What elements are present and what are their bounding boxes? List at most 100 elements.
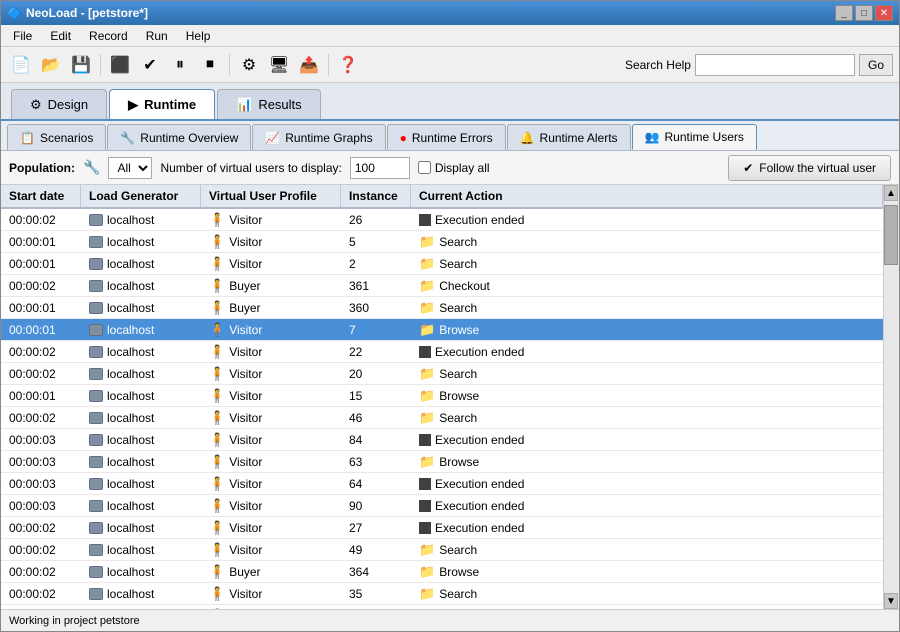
sub-tab-runtime-overview[interactable]: 🔧 Runtime Overview: [107, 124, 251, 150]
cell-profile: 🧍Visitor: [201, 209, 341, 230]
cell-start-date: 00:00:02: [1, 275, 81, 296]
new-button[interactable]: 📄: [7, 51, 35, 79]
server-icon: [89, 302, 103, 314]
export-button[interactable]: 📤: [295, 51, 323, 79]
cell-profile: 🧍Visitor: [201, 539, 341, 560]
maximize-button[interactable]: □: [855, 5, 873, 21]
action-name: Browse: [439, 455, 479, 469]
num-users-input[interactable]: [350, 157, 410, 179]
table-row[interactable]: 00:00:02localhost🧍Visitor35📁Search: [1, 583, 883, 605]
runtime-icon: ▶: [128, 97, 138, 113]
server-icon: [89, 214, 103, 226]
close-button[interactable]: ✕: [875, 5, 893, 21]
graphs-icon: 📈: [265, 131, 280, 145]
folder-icon: 📁: [419, 542, 435, 558]
scroll-thumb[interactable]: [884, 205, 898, 265]
table-row[interactable]: 00:00:02localhost🧍Visitor31📁Search: [1, 605, 883, 609]
table-row[interactable]: 00:00:03localhost🧍Visitor84Execution end…: [1, 429, 883, 451]
help-button[interactable]: ❓: [334, 51, 362, 79]
scrollbar[interactable]: ▲ ▼: [883, 185, 899, 609]
save-button[interactable]: 💾: [67, 51, 95, 79]
stop-icon: [419, 522, 431, 534]
table-area: Start date Load Generator Virtual User P…: [1, 185, 899, 609]
user-icon: 🧍: [209, 476, 225, 492]
table-row[interactable]: 00:00:02localhost🧍Visitor20📁Search: [1, 363, 883, 385]
cell-profile: 🧍Buyer: [201, 297, 341, 318]
table-row[interactable]: 00:00:02localhost🧍Visitor26Execution end…: [1, 209, 883, 231]
table-row[interactable]: 00:00:03localhost🧍Visitor64Execution end…: [1, 473, 883, 495]
cell-start-date: 00:00:01: [1, 253, 81, 274]
stop-button[interactable]: ⬛: [106, 51, 134, 79]
minimize-button[interactable]: _: [835, 5, 853, 21]
profile-name: Visitor: [229, 587, 262, 601]
cell-start-date: 00:00:03: [1, 495, 81, 516]
sub-tab-scenarios[interactable]: 📋 Scenarios: [7, 124, 106, 150]
tab-runtime[interactable]: ▶ Runtime: [109, 89, 215, 119]
menu-edit[interactable]: Edit: [42, 27, 79, 45]
tab-results-label: Results: [258, 97, 301, 112]
cell-start-date: 00:00:03: [1, 451, 81, 472]
cell-profile: 🧍Visitor: [201, 517, 341, 538]
cell-action: 📁Search: [411, 363, 883, 384]
scroll-up-arrow[interactable]: ▲: [884, 185, 898, 201]
check-button[interactable]: ✔: [136, 51, 164, 79]
table-row[interactable]: 00:00:02localhost🧍Buyer364📁Browse: [1, 561, 883, 583]
app-icon: 🔷: [7, 6, 22, 20]
sub-tab-runtime-errors[interactable]: ● Runtime Errors: [387, 124, 506, 150]
table-row[interactable]: 00:00:01localhost🧍Buyer360📁Search: [1, 297, 883, 319]
table-row[interactable]: 00:00:01localhost🧍Visitor15📁Browse: [1, 385, 883, 407]
table-container: Start date Load Generator Virtual User P…: [1, 185, 883, 609]
view-button[interactable]: 🖥: [265, 51, 293, 79]
table-header: Start date Load Generator Virtual User P…: [1, 185, 883, 209]
cell-start-date: 00:00:02: [1, 363, 81, 384]
sub-tab-runtime-graphs[interactable]: 📈 Runtime Graphs: [252, 124, 385, 150]
folder-icon: 📁: [419, 234, 435, 250]
stop-icon: [419, 478, 431, 490]
open-button[interactable]: 📂: [37, 51, 65, 79]
table-row[interactable]: 00:00:03localhost🧍Visitor63📁Browse: [1, 451, 883, 473]
table-row[interactable]: 00:00:02localhost🧍Visitor22Execution end…: [1, 341, 883, 363]
record-stop-button[interactable]: ⏹: [196, 51, 224, 79]
pause-button[interactable]: ⏸: [166, 51, 194, 79]
search-help-go-button[interactable]: Go: [859, 54, 893, 76]
sub-tab-overview-label: Runtime Overview: [140, 131, 238, 145]
table-row[interactable]: 00:00:01localhost🧍Visitor7📁Browse: [1, 319, 883, 341]
profile-name: Buyer: [229, 565, 260, 579]
settings-button[interactable]: ⚙: [235, 51, 263, 79]
table-row[interactable]: 00:00:02localhost🧍Visitor27Execution end…: [1, 517, 883, 539]
menu-run[interactable]: Run: [138, 27, 176, 45]
server-icon: [89, 368, 103, 380]
cell-action: Execution ended: [411, 473, 883, 494]
cell-generator: localhost: [81, 363, 201, 384]
col-header-start: Start date: [1, 185, 81, 207]
table-row[interactable]: 00:00:02localhost🧍Visitor46📁Search: [1, 407, 883, 429]
tab-design[interactable]: ⚙ Design: [11, 89, 107, 119]
search-help-area: Search Help Go: [625, 54, 893, 76]
menu-help[interactable]: Help: [178, 27, 219, 45]
scroll-down-arrow[interactable]: ▼: [884, 593, 898, 609]
table-row[interactable]: 00:00:02localhost🧍Visitor49📁Search: [1, 539, 883, 561]
sub-tab-runtime-users[interactable]: 👥 Runtime Users: [632, 124, 757, 150]
search-help-input[interactable]: [695, 54, 855, 76]
follow-virtual-user-button[interactable]: ✔ Follow the virtual user: [728, 155, 891, 181]
cell-generator: localhost: [81, 341, 201, 362]
generator-name: localhost: [107, 301, 154, 315]
display-all-checkbox[interactable]: [418, 161, 431, 174]
cell-profile: 🧍Visitor: [201, 231, 341, 252]
profile-name: Visitor: [229, 455, 262, 469]
table-row[interactable]: 00:00:01localhost🧍Visitor5📁Search: [1, 231, 883, 253]
sub-tab-runtime-alerts[interactable]: 🔔 Runtime Alerts: [507, 124, 631, 150]
table-row[interactable]: 00:00:02localhost🧍Buyer361📁Checkout: [1, 275, 883, 297]
table-row[interactable]: 00:00:03localhost🧍Visitor90Execution end…: [1, 495, 883, 517]
menu-record[interactable]: Record: [81, 27, 136, 45]
display-all-check[interactable]: Display all: [418, 161, 490, 175]
cell-profile: 🧍Buyer: [201, 561, 341, 582]
profile-name: Visitor: [229, 257, 262, 271]
menu-file[interactable]: File: [5, 27, 40, 45]
tab-results[interactable]: 📊 Results: [217, 89, 321, 119]
population-select[interactable]: All: [108, 157, 152, 179]
cell-instance: 2: [341, 253, 411, 274]
action-name: Search: [439, 543, 477, 557]
server-icon: [89, 236, 103, 248]
table-row[interactable]: 00:00:01localhost🧍Visitor2📁Search: [1, 253, 883, 275]
